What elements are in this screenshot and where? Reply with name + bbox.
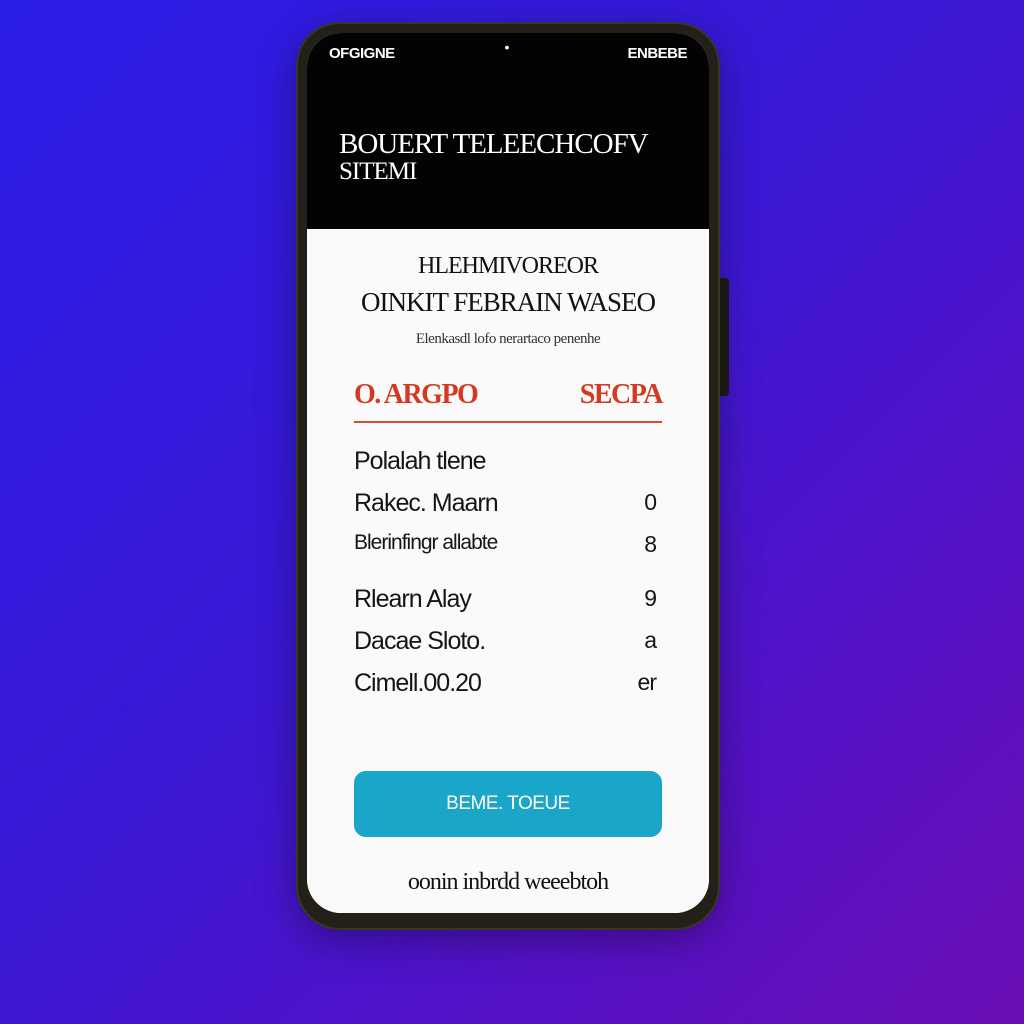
card-title: OINKIT FEBRAIN WASEO: [360, 287, 656, 317]
card-heading: HLEHMIVOREOR: [418, 253, 599, 279]
camera-icon: •: [504, 39, 510, 55]
list-item: Dacae Sloto. a: [354, 627, 662, 669]
list-item-label: Cimell.00.20: [354, 669, 482, 697]
status-bar-left: OFGIGNE: [329, 45, 395, 62]
list-item: Rlearn Alay 9: [354, 585, 662, 627]
list-item-label: Rakec. Maarn: [354, 489, 499, 517]
phone-screen: OFGIGNE • ENBEBE BOUERT TELEECHCOFV SITE…: [307, 33, 709, 913]
card-description: Elenkasdl lofo nerartaco penenhe: [415, 331, 601, 347]
list-item-value: a: [644, 627, 657, 653]
list-item: Blerinfingr allabte 8: [354, 531, 662, 573]
page-title-text: BOUERT TELEECHCOFV: [339, 128, 649, 160]
main-card: HLEHMIVOREOR OINKIT FEBRAIN WASEO Elenka…: [307, 229, 709, 913]
list-item-value: 9: [644, 585, 657, 611]
list-item-label: Blerinfingr allabte: [354, 531, 498, 554]
list-item-label: Rlearn Alay: [354, 585, 472, 613]
list-item: Cimell.00.20 er: [354, 669, 662, 711]
page-subtitle: SITEMI: [339, 158, 417, 185]
list-item-value: 0: [644, 489, 657, 515]
tab-right[interactable]: SECPA: [580, 379, 664, 411]
list-item-value: er: [637, 669, 657, 695]
list-item: Polalah tlene: [354, 447, 662, 489]
tab-left[interactable]: O. ARGPO: [354, 379, 479, 411]
list-item-value: 8: [644, 531, 657, 557]
page-title: BOUERT TELEECHCOFV SITEMI: [339, 129, 689, 185]
details-list: Polalah tlene Rakec. Maarn 0 Blerinfingr…: [354, 447, 662, 711]
tab-bar: O. ARGPO SECPA: [354, 379, 664, 423]
status-bar-right: ENBEBE: [627, 45, 687, 62]
list-item-label: Polalah tlene: [354, 447, 487, 475]
primary-action-button[interactable]: BEME. TOEUE: [354, 771, 662, 837]
list-item: Rakec. Maarn 0: [354, 489, 662, 531]
footer-link[interactable]: oonin inbrdd weeebtoh: [307, 869, 709, 896]
app-header: OFGIGNE • ENBEBE BOUERT TELEECHCOFV SITE…: [307, 33, 709, 229]
list-item-label: Dacae Sloto.: [354, 627, 486, 655]
side-button: [720, 278, 729, 396]
